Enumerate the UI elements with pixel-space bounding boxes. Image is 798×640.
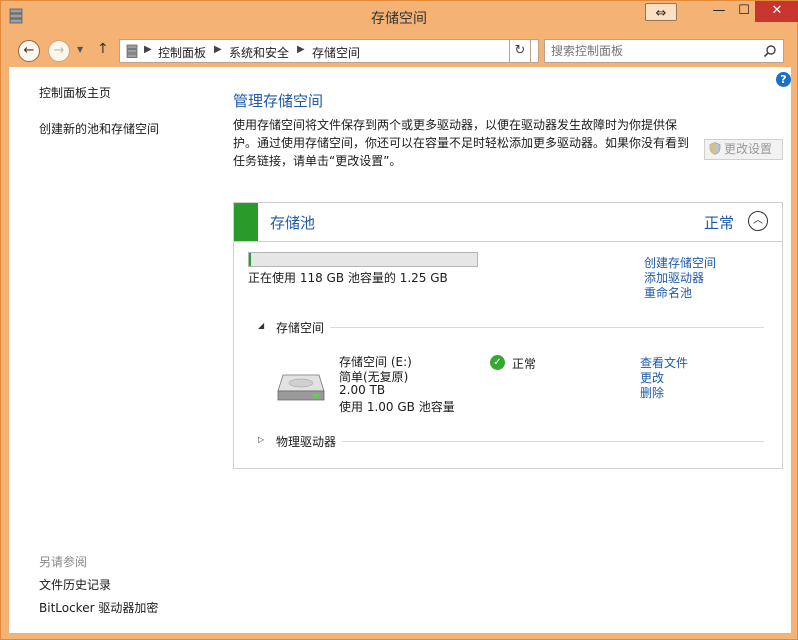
sidebar-item-control-panel-home[interactable]: 控制面板主页	[39, 84, 111, 101]
pool-divider	[234, 241, 782, 242]
collapse-button[interactable]: ︿	[748, 211, 768, 231]
pool-usage-text: 正在使用 118 GB 池容量的 1.25 GB	[248, 271, 448, 285]
drive-icon	[277, 374, 325, 401]
physical-drives-section-label[interactable]: 物理驱动器	[276, 433, 336, 450]
storage-spaces-section-label[interactable]: 存储空间	[276, 319, 324, 336]
space-size: 2.00 TB	[339, 383, 386, 397]
space-usage: 使用 1.00 GB 池容量	[339, 400, 455, 414]
up-button[interactable]: ↑	[97, 41, 109, 57]
refresh-button[interactable]: ↻	[509, 39, 531, 63]
pool-header: 存储池 正常 ︿	[234, 203, 782, 241]
change-settings-label: 更改设置	[724, 142, 773, 156]
maximize-button[interactable]: ☐	[731, 1, 757, 22]
help-icon[interactable]: ?	[776, 72, 791, 87]
sidebar-item-file-history[interactable]: 文件历史记录	[39, 576, 111, 593]
address-bar[interactable]: ▶ 控制面板 ▶ 系统和安全 ▶ 存储空间	[119, 39, 539, 63]
pool-status-accent	[234, 203, 258, 241]
pool-usage-bar	[248, 252, 478, 267]
uac-shield-icon	[709, 142, 721, 155]
breadcrumb-system-security[interactable]: 系统和安全	[229, 44, 289, 61]
delete-space-link[interactable]: 删除	[640, 384, 664, 401]
section-divider	[330, 327, 764, 328]
navigation-bar: ← → ▼ ↑ ▶ 控制面板 ▶ 系统和安全 ▶ 存储空间 ↻	[9, 33, 791, 67]
page-description: 使用存储空间将文件保存到两个或更多驱动器，以便在驱动器发生故障时为你提供保护。通…	[233, 118, 690, 168]
sidebar-item-create-pool[interactable]: 创建新的池和存储空间	[39, 120, 159, 137]
search-box[interactable]	[544, 39, 784, 63]
minimize-button[interactable]: —	[707, 1, 731, 22]
pool-title: 存储池	[270, 214, 316, 232]
section-divider	[342, 441, 764, 442]
checkmark-icon: ✓	[490, 355, 505, 370]
window: 存储空间 ⇔ — ☐ ✕ ← → ▼ ↑ ▶ 控制面板 ▶ 系统和安全 ▶ 存储…	[0, 0, 798, 640]
sidebar-item-bitlocker[interactable]: BitLocker 驱动器加密	[39, 599, 158, 616]
window-title: 存储空间	[371, 11, 427, 27]
rename-pool-link[interactable]: 重命名池	[644, 284, 692, 301]
close-button[interactable]: ✕	[755, 1, 798, 22]
space-status: 正常	[512, 357, 537, 371]
pool-usage-fill	[249, 253, 251, 266]
back-button[interactable]: ←	[18, 40, 40, 62]
forward-button[interactable]: →	[48, 40, 70, 62]
snap-button[interactable]: ⇔	[645, 3, 677, 21]
page-title: 管理存储空间	[233, 92, 324, 110]
breadcrumb-separator[interactable]: ▶	[297, 44, 305, 55]
content-pane: ? 控制面板主页 创建新的池和存储空间 另请参阅 文件历史记录 BitLocke…	[9, 67, 791, 633]
drives-expand-icon[interactable]: ▷	[258, 435, 264, 444]
change-settings-button[interactable]: 更改设置	[704, 139, 783, 160]
search-icon[interactable]	[763, 44, 777, 58]
storage-spaces-icon	[126, 44, 138, 58]
breadcrumb-separator[interactable]: ▶	[144, 44, 152, 55]
breadcrumb-separator[interactable]: ▶	[214, 44, 222, 55]
storage-pool-panel: 存储池 正常 ︿ 正在使用 118 GB 池容量的 1.25 GB 创建存储空间…	[233, 202, 783, 469]
breadcrumb-control-panel[interactable]: 控制面板	[158, 44, 206, 61]
title-bar[interactable]: 存储空间 ⇔ — ☐ ✕	[1, 1, 798, 32]
recent-locations-button[interactable]: ▼	[77, 45, 83, 54]
spaces-expand-icon[interactable]: ◢	[258, 321, 264, 330]
breadcrumb-storage-spaces[interactable]: 存储空间	[312, 44, 360, 61]
pool-status: 正常	[704, 214, 735, 232]
see-also-heading: 另请参阅	[39, 555, 88, 569]
search-input[interactable]	[551, 43, 751, 59]
